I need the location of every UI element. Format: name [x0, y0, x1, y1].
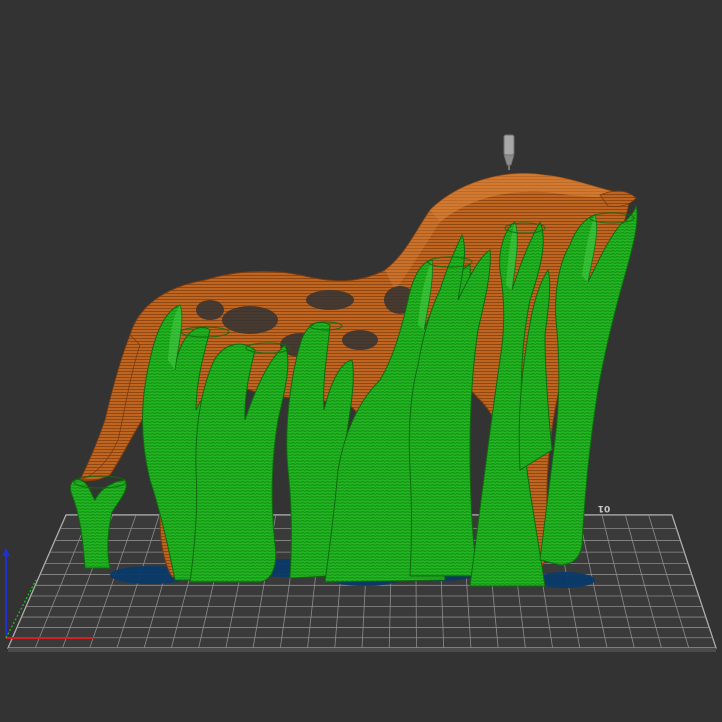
preview-scene[interactable]: 01	[0, 0, 722, 722]
3d-viewport[interactable]: 01	[0, 0, 722, 722]
bed-label: 01	[598, 503, 611, 513]
nozzle-icon	[503, 134, 515, 170]
